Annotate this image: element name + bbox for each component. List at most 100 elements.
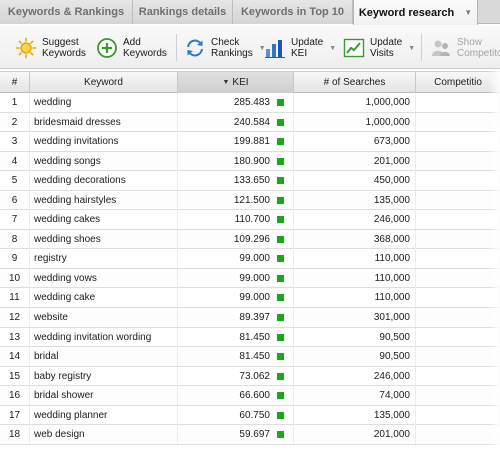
tab-keyword-research[interactable]: Keyword research ▼ [353,0,478,25]
row-number-cell-text: 16 [8,390,21,402]
table-row[interactable]: 16 bridal shower 66.600 74,000 [0,386,500,406]
keyword-cell: wedding invitations [30,132,178,152]
keyword-cell-text: wedding [34,97,72,108]
row-number-cell: 14 [0,347,30,367]
kei-status-indicator-icon [277,431,284,439]
kei-cell: 133.650 [178,171,294,191]
row-number-cell-text: 3 [11,136,18,148]
tab-label: Keyword research [358,6,455,19]
row-number-cell: 18 [0,425,30,445]
keyword-cell: wedding vows [30,268,178,288]
kei-status-indicator-icon [277,118,284,126]
chevron-down-icon[interactable]: ▼ [408,45,415,52]
row-number-cell: 6 [0,190,30,210]
show-competitors-label: Show Competito [457,37,500,59]
tab-menu-caret-icon[interactable]: ▼ [464,8,472,17]
searches-cell: 201,000 [294,425,416,445]
keyword-cell-text: wedding decorations [34,175,126,187]
table-row[interactable]: 7 wedding cakes 110.700 246,000 [0,210,500,230]
keyword-cell-text: wedding planner [34,409,108,421]
row-number-cell-text: 7 [11,214,18,226]
competition-cell [416,327,500,347]
searches-cell: 673,000 [294,132,416,152]
show-competitors-button[interactable]: Show Competito [430,33,500,63]
kei-status-indicator-icon [277,99,284,106]
competitors-icon [432,40,450,56]
table-row[interactable]: 15 baby registry 73.062 246,000 [0,366,500,387]
column-header-label: # of Searches [323,77,386,88]
keyword-cell: wedding hairstyles [30,190,178,210]
column-header-label: # [11,77,18,88]
column-header-competition[interactable]: Competitio [416,72,500,93]
row-number-cell: 7 [0,210,30,230]
searches-cell: 90,500 [294,327,416,347]
table-row[interactable]: 10 wedding vows 99.000 110,000 [0,268,500,289]
chevron-down-icon[interactable]: ▼ [329,45,336,52]
row-number-cell: 15 [0,366,30,386]
column-header-searches[interactable]: # of Searches [294,72,416,93]
kei-status-indicator-icon [277,235,284,243]
table-row[interactable]: 11 wedding cake 99.000 110,000 [0,288,500,309]
column-header-label: Competitio [434,77,482,88]
row-number-cell: 1 [0,93,30,112]
tab-label: Rankings details [138,6,227,18]
competition-cell [416,347,500,367]
keyword-cell: wedding songs [30,151,178,171]
searches-cell-text: 368,000 [373,233,410,245]
table-row[interactable]: 5 wedding decorations 133.650 450,000 [0,171,500,191]
tab-keywords-top10[interactable]: Keywords in Top 10 [233,0,353,24]
table-row[interactable]: 14 bridal 81.450 90,500 [0,347,500,367]
table-row[interactable]: 8 wedding shoes 109.296 368,000 [0,229,500,250]
table-row[interactable]: 13 wedding invitation wording 81.450 90,500 [0,327,500,348]
table-row[interactable]: 18 web design 59.697 201,000 [0,425,500,445]
kei-cell-text: 285.483 [233,97,270,108]
row-number-cell-text: 6 [11,194,18,206]
suggest-keywords-label: Suggest Keywords [42,37,86,59]
table-row[interactable]: 4 wedding songs 180.900 201,000 [0,151,500,172]
kei-cell: 99.000 [178,288,294,308]
keyword-cell-text: bridal shower [34,390,94,402]
column-header-kei[interactable]: ▼ KEI [178,72,294,93]
keyword-cell: bridal [30,347,178,367]
competition-cell [416,151,500,171]
row-number-cell-text: 5 [11,175,18,187]
row-number-cell-text: 2 [11,116,18,128]
check-rankings-button[interactable]: Check Rankings ▼ [184,33,266,63]
kei-status-indicator-icon [277,372,284,380]
keyword-cell: web design [30,425,178,445]
competition-cell [416,425,500,445]
column-header-number[interactable]: # [0,72,30,93]
keyword-cell: bridal shower [30,386,178,406]
kei-cell: 240.584 [178,112,294,132]
table-row[interactable]: 1 wedding 285.483 1,000,000 [0,93,500,113]
keyword-cell-text: wedding cakes [34,214,101,226]
column-header-keyword[interactable]: Keyword [30,72,178,93]
kei-cell-text: 60.750 [239,409,270,421]
keyword-cell-text: wedding invitation wording [34,331,152,343]
competition-cell [416,190,500,210]
competition-cell [416,93,500,112]
kei-status-indicator-icon [277,138,284,146]
table-header: # Keyword ▼ KEI # of Searches Competitio [0,71,500,93]
searches-cell-text: 74,000 [379,390,410,402]
update-kei-button[interactable]: Update KEI ▼ [264,33,336,63]
table-row[interactable]: 12 website 89.397 301,000 [0,308,500,328]
table-row[interactable]: 2 bridesmaid dresses 240.584 1,000,000 [0,112,500,133]
add-keywords-button[interactable]: Add Keywords [96,33,167,63]
update-visits-button[interactable]: Update Visits ▼ [343,33,415,63]
competition-cell [416,171,500,191]
keyword-cell-text: wedding hairstyles [34,194,117,206]
table-row[interactable]: 9 registry 99.000 110,000 [0,249,500,269]
kei-cell-text: 199.881 [233,136,270,148]
table-row[interactable]: 3 wedding invitations 199.881 673,000 [0,132,500,152]
table-row[interactable]: 6 wedding hairstyles 121.500 135,000 [0,190,500,211]
suggest-keywords-button[interactable]: Suggest Keywords [15,33,86,63]
tab-keywords-rankings[interactable]: Keywords & Rankings [0,0,133,24]
column-header-label: KEI [232,77,249,88]
row-number-cell: 12 [0,308,30,328]
competition-cell [416,405,500,425]
table-row[interactable]: 17 wedding planner 60.750 135,000 [0,405,500,426]
table-body: 1 wedding 285.483 1,000,000 2 bridesmaid dres… [0,93,500,445]
tab-rankings-details[interactable]: Rankings details [133,0,233,24]
row-number-cell: 4 [0,151,30,171]
